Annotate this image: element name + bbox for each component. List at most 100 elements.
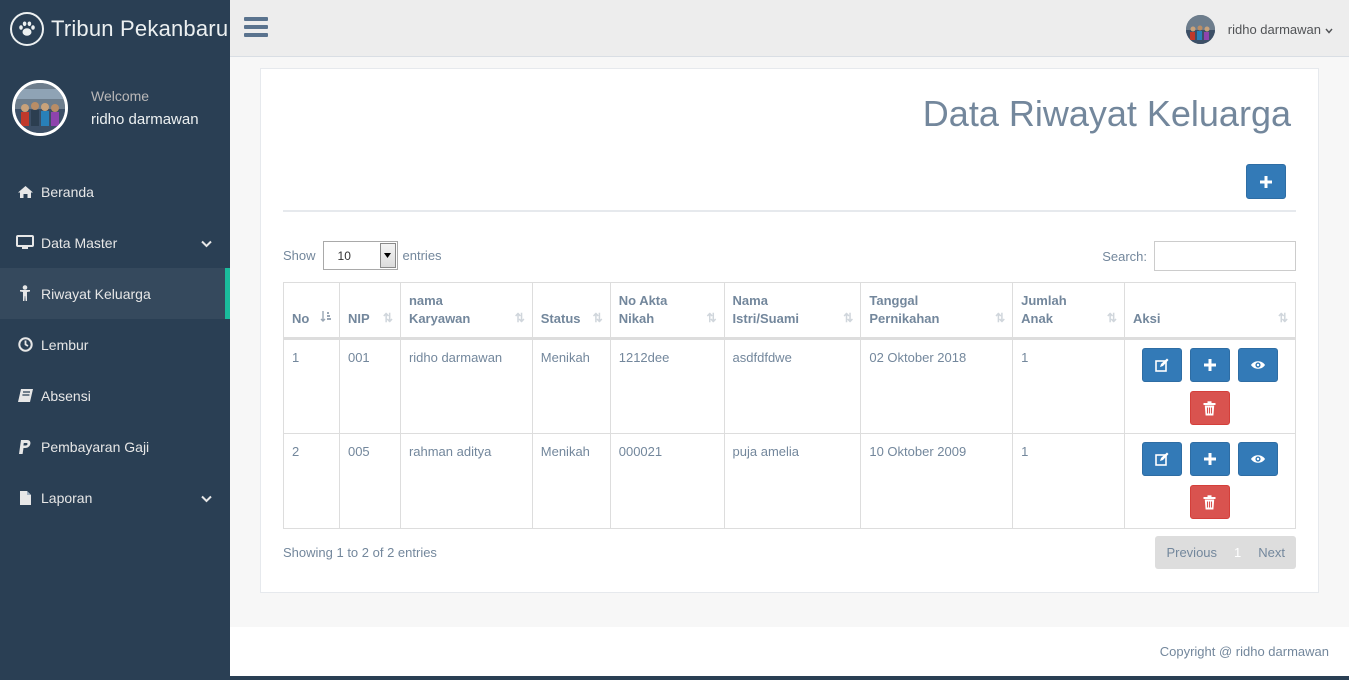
- sort-icon: ⇅: [514, 311, 525, 325]
- cell-no-akta-nikah: 000021: [609, 433, 725, 529]
- data-table: No NIP ⇅ nama Karyawan ⇅ Status ⇅ No Akta N…: [283, 282, 1297, 529]
- chevron-down-icon: [1325, 22, 1333, 37]
- bottom-strip: [230, 676, 1349, 680]
- paw-icon: [10, 11, 44, 46]
- show-label: Show: [283, 248, 316, 263]
- file-icon: [15, 489, 35, 507]
- sidebar-item-lembur[interactable]: Lembur: [0, 319, 230, 370]
- top-navbar: ridho darmawan: [230, 0, 1349, 57]
- menu-toggle-icon[interactable]: [244, 17, 268, 39]
- brand[interactable]: Tribun Pekanbaru: [0, 0, 230, 57]
- cell-nip: 005: [338, 433, 401, 529]
- cell-jumlah-anak: 1: [1012, 433, 1125, 529]
- sort-asc-icon: [320, 309, 332, 327]
- paypal-icon: [15, 438, 35, 456]
- cell-no-akta-nikah: 1212dee: [609, 338, 725, 434]
- sidebar-item-label: Absensi: [41, 387, 91, 404]
- table-info: Showing 1 to 2 of 2 entries: [283, 545, 437, 560]
- entries-select-value: 10: [337, 248, 351, 263]
- entries-length-control: Show 10 entries: [283, 241, 442, 270]
- cell-nama-karyawan: rahman aditya: [399, 433, 533, 529]
- sidebar: Tribun Pekanbaru Welcome ridho darmawan …: [0, 0, 230, 680]
- user-name: ridho darmawan: [1227, 22, 1321, 37]
- sidebar-item-label: Laporan: [41, 489, 93, 506]
- sort-icon: ⇅: [1106, 311, 1117, 325]
- chevron-down-icon: [201, 235, 212, 251]
- sidebar-item-pembayaran-gaji[interactable]: Pembayaran Gaji: [0, 421, 230, 472]
- sort-icon: ⇅: [995, 311, 1006, 325]
- add-button[interactable]: [1246, 164, 1286, 199]
- cell-status: Menikah: [531, 338, 611, 434]
- book-icon: [15, 387, 35, 405]
- main-content: Data Riwayat Keluarga Show 10 entries Se…: [230, 57, 1349, 627]
- pagination-next[interactable]: Next: [1247, 545, 1296, 560]
- chevron-down-icon: [201, 490, 212, 506]
- sort-icon: ⇅: [1277, 311, 1288, 325]
- sidebar-item-label: Riwayat Keluarga: [41, 285, 151, 302]
- column-header-nama-istri-suami[interactable]: Nama Istri/Suami ⇅: [723, 282, 862, 340]
- cell-nama-karyawan: ridho darmawan: [399, 338, 533, 434]
- plus-icon: [1203, 359, 1216, 371]
- column-header-jumlah-anak[interactable]: Jumlah Anak ⇅: [1012, 282, 1125, 340]
- edit-button[interactable]: [1141, 348, 1182, 382]
- sidebar-item-data-master[interactable]: Data Master: [0, 217, 230, 268]
- sidebar-item-laporan[interactable]: Laporan: [0, 472, 230, 523]
- column-header-nip[interactable]: NIP ⇅: [338, 282, 401, 340]
- trash-icon: [1203, 400, 1216, 415]
- column-header-no[interactable]: No: [283, 282, 340, 340]
- view-button[interactable]: [1237, 442, 1278, 476]
- sort-icon: ⇅: [706, 311, 717, 325]
- sidebar-menu: Beranda Data Master Riwayat Keluarga Lem…: [0, 166, 230, 523]
- avatar: [1185, 15, 1215, 44]
- person-icon: [15, 285, 35, 303]
- sidebar-item-riwayat-keluarga[interactable]: Riwayat Keluarga: [0, 268, 230, 319]
- content-panel: Data Riwayat Keluarga Show 10 entries Se…: [260, 68, 1319, 593]
- eye-icon: [1250, 455, 1265, 463]
- cell-no: 2: [283, 433, 340, 529]
- delete-button[interactable]: [1189, 485, 1230, 519]
- cell-status: Menikah: [531, 433, 611, 529]
- column-header-aksi[interactable]: Aksi ⇅: [1123, 282, 1297, 340]
- sidebar-item-beranda[interactable]: Beranda: [0, 166, 230, 217]
- column-header-no-akta-nikah[interactable]: No Akta Nikah ⇅: [609, 282, 725, 340]
- table-row: 1 001 ridho darmawan Menikah 1212dee asd…: [283, 338, 1297, 434]
- column-header-nama-karyawan[interactable]: nama Karyawan ⇅: [399, 282, 533, 340]
- cell-nama-istri-suami: asdfdfdwe: [723, 338, 862, 434]
- cell-no: 1: [283, 338, 340, 434]
- page-title: Data Riwayat Keluarga: [922, 93, 1291, 134]
- pagination: Previous 1 Next: [1155, 536, 1296, 569]
- search-label: Search:: [1102, 248, 1147, 264]
- entries-select[interactable]: 10: [322, 241, 398, 270]
- sidebar-item-label: Lembur: [41, 336, 89, 353]
- cell-aksi: [1123, 433, 1297, 529]
- cell-nama-istri-suami: puja amelia: [723, 433, 862, 529]
- sidebar-item-label: Data Master: [41, 234, 118, 251]
- table-row: 2 005 rahman aditya Menikah 000021 puja …: [283, 433, 1297, 529]
- view-button[interactable]: [1237, 348, 1278, 382]
- cell-tanggal-pernikahan: 02 Oktober 2018: [860, 338, 1014, 434]
- profile-name: ridho darmawan: [91, 111, 199, 128]
- edit-icon: [1155, 358, 1169, 372]
- column-header-tanggal-pernikahan[interactable]: Tanggal Pernikahan ⇅: [860, 282, 1014, 340]
- table-header-row: No NIP ⇅ nama Karyawan ⇅ Status ⇅ No Akta N…: [283, 282, 1297, 340]
- welcome-text: Welcome: [91, 88, 150, 104]
- pagination-page-1[interactable]: 1: [1228, 545, 1247, 560]
- delete-button[interactable]: [1189, 391, 1230, 425]
- add-child-button[interactable]: [1189, 442, 1230, 476]
- divider: [283, 210, 1296, 212]
- column-header-status[interactable]: Status ⇅: [531, 282, 611, 340]
- sidebar-item-label: Beranda: [41, 183, 94, 200]
- pagination-previous[interactable]: Previous: [1155, 545, 1228, 560]
- eye-icon: [1250, 361, 1265, 369]
- cell-jumlah-anak: 1: [1012, 338, 1125, 434]
- sort-icon: ⇅: [592, 311, 603, 325]
- add-child-button[interactable]: [1189, 348, 1230, 382]
- home-icon: [15, 183, 35, 201]
- search-input[interactable]: [1154, 241, 1296, 271]
- edit-button[interactable]: [1141, 442, 1182, 476]
- user-dropdown[interactable]: ridho darmawan: [1185, 15, 1333, 44]
- footer: Copyright @ ridho darmawan: [230, 627, 1349, 676]
- sidebar-item-absensi[interactable]: Absensi: [0, 370, 230, 421]
- copyright-text: Copyright @ ridho darmawan: [1159, 644, 1329, 659]
- entries-label: entries: [402, 248, 442, 263]
